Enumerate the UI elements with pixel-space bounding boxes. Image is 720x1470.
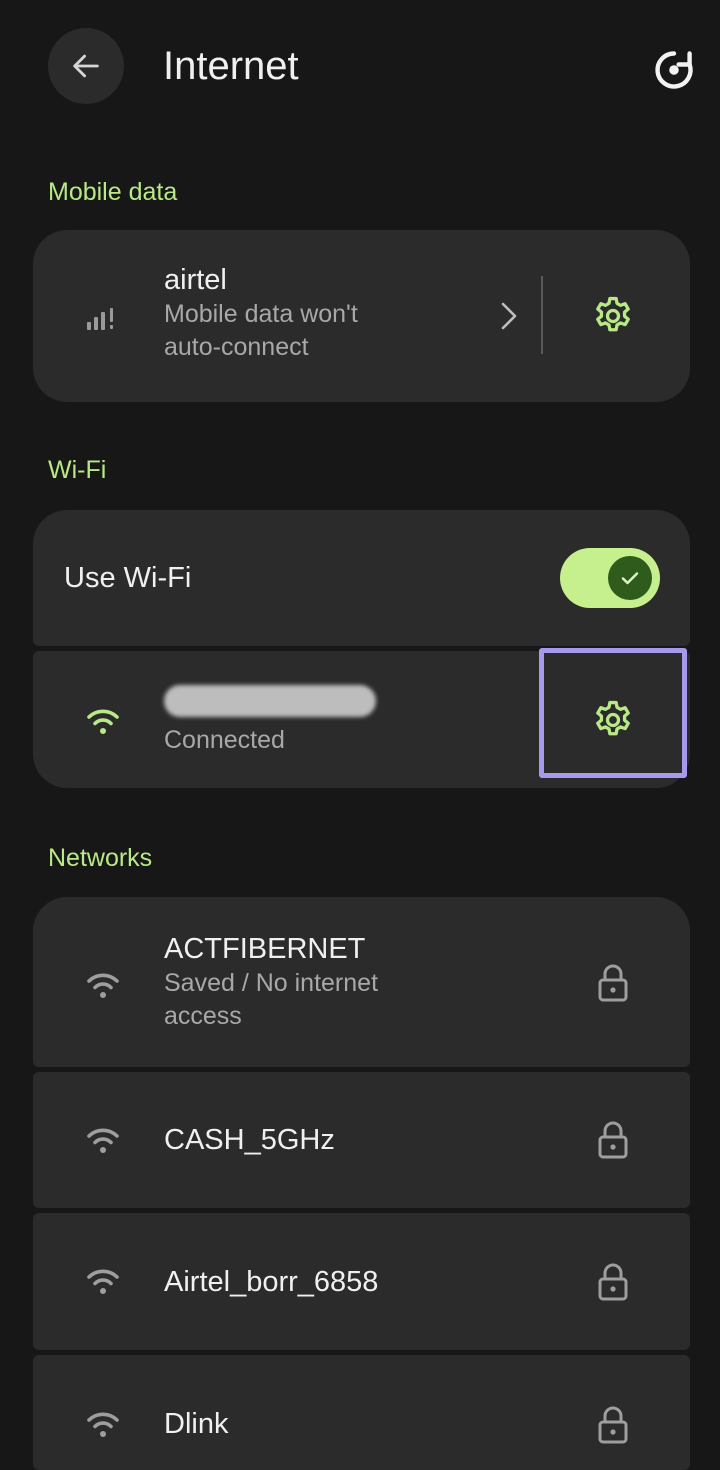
gear-icon (596, 296, 630, 332)
section-wifi: Wi-Fi (48, 456, 107, 484)
network-row-dlink[interactable]: Dlink (33, 1355, 690, 1470)
lock-icon (593, 1260, 633, 1304)
wifi-icon (83, 1261, 123, 1301)
connected-status: Connected (164, 726, 285, 754)
section-mobile-data: Mobile data (48, 178, 178, 206)
page-title: Internet (163, 44, 299, 88)
wifi-icon (83, 965, 123, 1005)
internet-settings-screen: Internet Mobile data airtel Mobile data … (0, 0, 720, 1470)
lock-icon (593, 961, 633, 1005)
wifi-icon (83, 701, 123, 741)
network-name: Dlink (164, 1408, 229, 1440)
carrier-name: airtel (164, 264, 227, 296)
signal-icon (83, 298, 123, 338)
redacted-network-name (164, 685, 376, 717)
network-name: ACTFIBERNET (164, 933, 366, 965)
network-name: Airtel_borr_6858 (164, 1266, 379, 1298)
network-status-line2: access (164, 1002, 242, 1030)
use-wifi-toggle[interactable] (560, 548, 660, 608)
network-row-airtel-borr-6858[interactable]: Airtel_borr_6858 (33, 1213, 690, 1350)
highlight-box (539, 648, 687, 778)
mobile-data-status-line1: Mobile data won't (164, 300, 358, 328)
back-button[interactable] (48, 28, 124, 104)
use-wifi-label: Use Wi-Fi (64, 562, 192, 594)
chevron-right-icon[interactable] (493, 298, 525, 334)
arrow-back-icon (73, 54, 99, 78)
network-status-line1: Saved / No internet (164, 969, 379, 997)
mobile-data-info[interactable]: airtel Mobile data won't auto-connect (164, 262, 358, 364)
network-name: CASH_5GHz (164, 1124, 335, 1156)
network-reset-icon (655, 51, 693, 89)
wifi-icon (83, 1120, 123, 1160)
lock-icon (593, 1118, 633, 1162)
network-row-actfibernet[interactable]: ACTFIBERNET Saved / No internet access (33, 897, 690, 1067)
check-icon (621, 572, 639, 585)
mobile-data-status-line2: auto-connect (164, 333, 309, 361)
network-info: ACTFIBERNET Saved / No internet access (164, 931, 378, 1033)
wifi-icon (83, 1404, 123, 1444)
mobile-data-card: airtel Mobile data won't auto-connect (33, 230, 690, 402)
toggle-knob (608, 556, 652, 600)
lock-icon (593, 1403, 633, 1447)
divider (541, 276, 543, 354)
network-reset-button[interactable] (648, 44, 700, 96)
mobile-data-settings-button[interactable] (583, 286, 643, 346)
network-row-cash-5ghz[interactable]: CASH_5GHz (33, 1072, 690, 1208)
section-networks: Networks (48, 844, 153, 872)
use-wifi-row[interactable]: Use Wi-Fi (33, 510, 690, 646)
